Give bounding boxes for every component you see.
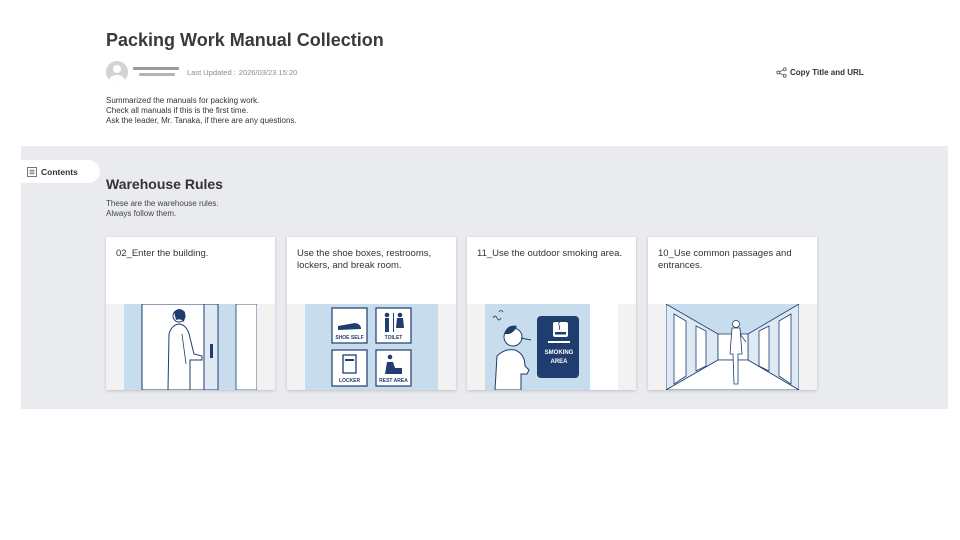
smoking-area-illustration: SMOKING AREA: [485, 304, 618, 390]
facility-signs-illustration: SHOE SELF TOILET LOCKER REST AREA: [305, 304, 438, 390]
card-title: Use the shoe boxes, restrooms, lockers, …: [297, 248, 432, 271]
description-line: Ask the leader, Mr. Tanaka, if there are…: [106, 116, 297, 125]
building-entrance-illustration: [124, 304, 257, 390]
author-name-blurred: [133, 65, 181, 79]
card-title: 02_Enter the building.: [116, 248, 209, 259]
copy-title-url-button[interactable]: Copy Title and URL: [776, 67, 864, 78]
last-updated: Last Updated : 2026/03/23 15:20: [187, 68, 297, 77]
card-thumbnail: [106, 304, 275, 390]
share-icon: [776, 67, 787, 78]
rest-area-label: REST AREA: [379, 378, 408, 384]
user-avatar-icon: [106, 61, 128, 83]
card-thumbnail: SHOE SELF TOILET LOCKER REST AREA: [287, 304, 456, 390]
article-meta: Last Updated : 2026/03/23 15:20: [106, 61, 297, 83]
smoking-sign-line2: AREA: [550, 359, 568, 365]
section-title: Warehouse Rules: [106, 176, 223, 192]
page-title: Packing Work Manual Collection: [106, 30, 384, 50]
card-thumbnail: SMOKING AREA: [467, 304, 636, 390]
smoking-sign-line1: SMOKING: [545, 350, 574, 356]
page-description: Summarized the manuals for packing work.…: [106, 96, 297, 126]
last-updated-label: Last Updated :: [187, 67, 236, 77]
copy-title-url-label: Copy Title and URL: [790, 68, 864, 77]
contents-tab[interactable]: Contents: [21, 160, 100, 183]
contents-tab-label: Contents: [41, 166, 78, 177]
locker-label: LOCKER: [339, 378, 361, 384]
section-description: These are the warehouse rules. Always fo…: [106, 199, 219, 219]
toilet-label: TOILET: [385, 335, 403, 341]
manual-card-common-passages[interactable]: 10_Use common passages and entrances.: [648, 237, 817, 390]
card-title: 11_Use the outdoor smoking area.: [477, 248, 623, 259]
manual-card-enter-building[interactable]: 02_Enter the building.: [106, 237, 275, 390]
shoe-shelf-label: SHOE SELF: [335, 335, 363, 341]
card-title: 10_Use common passages and entrances.: [658, 248, 792, 271]
section-description-line: These are the warehouse rules.: [106, 199, 219, 208]
manual-card-shoe-boxes[interactable]: Use the shoe boxes, restrooms, lockers, …: [287, 237, 456, 390]
description-line: Check all manuals if this is the first t…: [106, 106, 249, 115]
manual-card-smoking-area[interactable]: 11_Use the outdoor smoking area. SMOKING…: [467, 237, 636, 390]
section-description-line: Always follow them.: [106, 209, 177, 218]
last-updated-value: 2026/03/23 15:20: [238, 67, 298, 77]
list-icon: [27, 166, 37, 177]
corridor-illustration: [666, 304, 799, 390]
description-line: Summarized the manuals for packing work.: [106, 96, 260, 105]
card-thumbnail: [648, 304, 817, 390]
